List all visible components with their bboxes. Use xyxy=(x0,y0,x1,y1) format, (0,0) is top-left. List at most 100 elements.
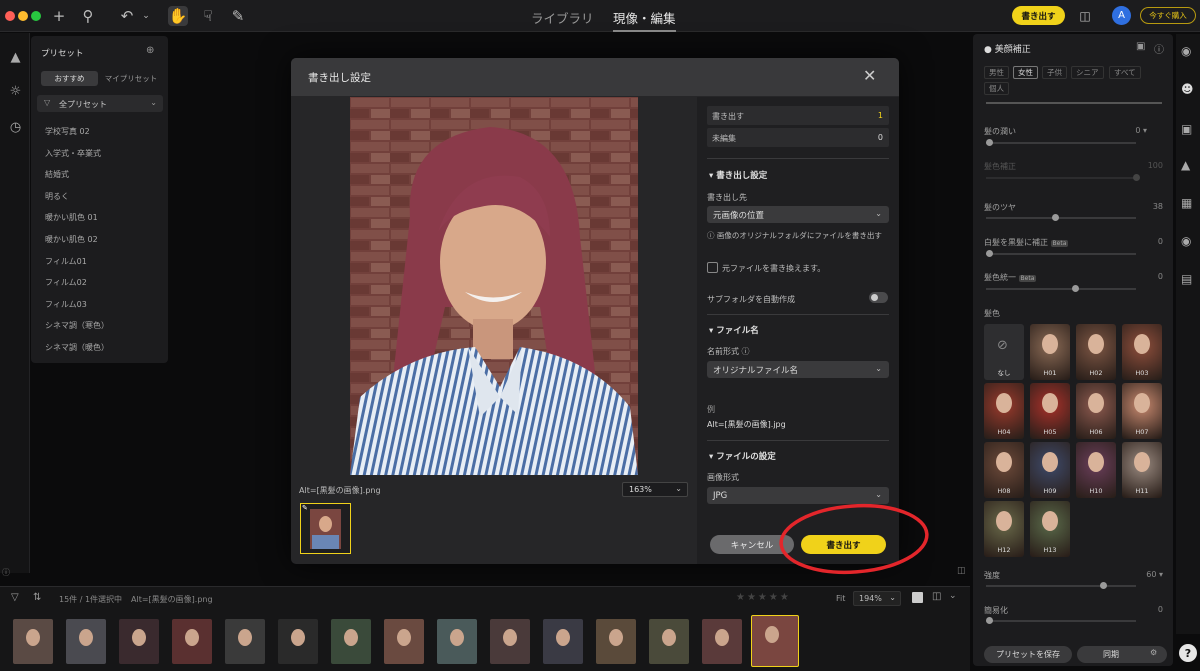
tab-recommended[interactable]: おすすめ xyxy=(41,71,98,86)
gray-hair-slider[interactable] xyxy=(986,250,1136,257)
chip-senior[interactable]: シニア xyxy=(1071,66,1104,79)
chip-child[interactable]: 子供 xyxy=(1042,66,1067,79)
hair-color-swatch[interactable]: H12 xyxy=(984,501,1024,557)
hair-color-swatch[interactable]: H07 xyxy=(1122,383,1162,439)
hair-color-swatch[interactable]: H04 xyxy=(984,383,1024,439)
image-icon[interactable]: ▣ xyxy=(1181,122,1192,136)
hair-color-swatch[interactable]: H01 xyxy=(1030,324,1070,380)
info-icon[interactable]: ⓘ xyxy=(2,567,10,578)
hand-tool-icon[interactable]: ✋ xyxy=(168,6,188,26)
filmstrip-thumbnail[interactable] xyxy=(490,619,530,664)
sync-settings-icon[interactable]: ⚙ xyxy=(1150,648,1157,657)
sort-icon[interactable]: ⇅ xyxy=(33,592,41,603)
section-export-toggle[interactable]: ▾ 書き出し設定 xyxy=(709,169,767,181)
filmstrip-thumbnail[interactable] xyxy=(66,619,106,664)
rating-stars[interactable]: ★★★★★ xyxy=(736,592,791,603)
filmstrip-thumbnail[interactable] xyxy=(278,619,318,664)
sync-button[interactable]: 同期 ⚙ xyxy=(1077,646,1167,663)
preset-item[interactable]: 暖かい肌色 01 xyxy=(45,212,98,223)
hair-color-swatch[interactable]: H13 xyxy=(1030,501,1070,557)
filmstrip-thumbnail[interactable] xyxy=(751,615,799,667)
hair-color-swatch[interactable]: H02 xyxy=(1076,324,1116,380)
overwrite-checkbox[interactable] xyxy=(707,262,718,273)
filmstrip-thumbnail[interactable] xyxy=(543,619,583,664)
face-icon[interactable]: ☻ xyxy=(1181,82,1194,96)
save-preset-button[interactable]: プリセットを保存 xyxy=(984,646,1072,663)
filmstrip-thumbnail[interactable] xyxy=(437,619,477,664)
name-format-select[interactable]: オリジナルファイル名 ⌄ xyxy=(707,361,889,378)
panel-toggle-icon[interactable]: ◫ xyxy=(957,566,966,576)
section-file-settings-toggle[interactable]: ▾ ファイルの設定 xyxy=(709,450,776,462)
filter-icon[interactable]: ▽ xyxy=(11,592,19,603)
hair-unify-slider[interactable] xyxy=(986,285,1136,292)
camera-icon[interactable]: ◉ xyxy=(1181,234,1191,248)
intensity-value[interactable]: 60 ▾ xyxy=(1123,570,1163,579)
hair-color-swatch[interactable]: H08 xyxy=(984,442,1024,498)
section-filename-toggle[interactable]: ▾ ファイル名 xyxy=(709,324,759,336)
hair-gloss-slider[interactable] xyxy=(986,214,1136,221)
filmstrip-thumbnail[interactable] xyxy=(13,619,53,664)
layers-icon[interactable]: ▤ xyxy=(1181,272,1192,286)
preset-filter-dropdown[interactable]: ▽ 全プリセット ⌄ xyxy=(37,95,163,112)
brush-icon[interactable]: ✎ xyxy=(228,6,248,26)
info-icon[interactable]: ⓘ xyxy=(1154,41,1164,56)
filmstrip-thumbnail[interactable] xyxy=(702,619,742,664)
chip-all[interactable]: すべて xyxy=(1109,66,1141,79)
hair-color-none[interactable]: ⊘ なし xyxy=(984,324,1024,380)
add-preset-icon[interactable]: ⊕ xyxy=(146,45,154,56)
adjust-sun-icon[interactable]: ☼ xyxy=(7,83,24,100)
preview-thumbnail[interactable]: ✎ xyxy=(300,503,351,554)
fit-button[interactable]: Fit xyxy=(836,594,845,603)
purchase-button[interactable]: 今すぐ購入 xyxy=(1140,7,1196,24)
nav-develop-tab[interactable]: 現像・編集 xyxy=(613,8,676,32)
preset-item[interactable]: シネマ調（暖色） xyxy=(45,342,109,353)
chip-female[interactable]: 女性 xyxy=(1013,66,1038,79)
filmstrip-thumbnail[interactable] xyxy=(331,619,371,664)
preset-item[interactable]: 明るく xyxy=(45,191,69,202)
filmstrip-thumbnail[interactable] xyxy=(225,619,265,664)
chip-individual[interactable]: 個人 xyxy=(984,82,1009,95)
filmstrip-zoom-select[interactable]: 194% ⌄ xyxy=(853,591,901,606)
shirt-icon[interactable]: ▲ xyxy=(1181,158,1190,172)
preset-item[interactable]: 結婚式 xyxy=(45,169,69,180)
close-icon[interactable]: ✕ xyxy=(863,66,876,85)
preset-item[interactable]: フィルム01 xyxy=(45,256,87,267)
export-button-top[interactable]: 書き出す xyxy=(1012,6,1065,25)
filmstrip-thumbnail[interactable] xyxy=(172,619,212,664)
face-detect-icon[interactable]: ▣ xyxy=(1136,41,1145,52)
history-clock-icon[interactable]: ◷ xyxy=(7,119,24,136)
hair-color-swatch[interactable]: H05 xyxy=(1030,383,1070,439)
hair-volume-slider[interactable] xyxy=(986,139,1136,146)
filmstrip-thumbnail[interactable] xyxy=(649,619,689,664)
hair-volume-value[interactable]: 0 ▾ xyxy=(1107,126,1147,135)
add-icon[interactable]: + xyxy=(49,6,69,26)
chip-male[interactable]: 男性 xyxy=(984,66,1009,79)
preset-item[interactable]: 暖かい肌色 02 xyxy=(45,234,98,245)
nav-library-tab[interactable]: ライブラリ xyxy=(531,8,594,27)
hair-color-swatch[interactable]: H09 xyxy=(1030,442,1070,498)
zoom-window-button[interactable] xyxy=(31,11,41,21)
single-view-icon[interactable] xyxy=(912,592,923,603)
hair-color-swatch[interactable]: H11 xyxy=(1122,442,1162,498)
preset-item[interactable]: フィルム03 xyxy=(45,299,87,310)
hair-color-swatch[interactable]: H10 xyxy=(1076,442,1116,498)
destination-select[interactable]: 元画像の位置 ⌄ xyxy=(707,206,889,223)
preset-item[interactable]: フィルム02 xyxy=(45,277,87,288)
hair-color-swatch[interactable]: H03 xyxy=(1122,324,1162,380)
avatar[interactable]: A xyxy=(1112,6,1131,25)
preset-item[interactable]: 学校写真 02 xyxy=(45,126,90,137)
help-icon[interactable]: ? xyxy=(1179,644,1197,662)
undo-dropdown-chevron-icon[interactable]: ⌄ xyxy=(136,6,156,26)
minimize-window-button[interactable] xyxy=(18,11,28,21)
preset-item[interactable]: シネマ調（寒色） xyxy=(45,320,109,331)
search-icon[interactable]: ⚲ xyxy=(78,6,98,26)
filmstrip-thumbnail[interactable] xyxy=(119,619,159,664)
filmstrip-thumbnail[interactable] xyxy=(596,619,636,664)
close-window-button[interactable] xyxy=(5,11,15,21)
preview-zoom-select[interactable]: 163% ⌄ xyxy=(622,482,688,497)
undo-icon[interactable]: ↶ xyxy=(117,6,137,26)
subfolder-toggle[interactable] xyxy=(869,292,888,303)
preset-item[interactable]: 入学式・卒業式 xyxy=(45,148,101,159)
palette-icon[interactable]: ◉ xyxy=(1181,44,1191,58)
filmstrip-thumbnail[interactable] xyxy=(384,619,424,664)
